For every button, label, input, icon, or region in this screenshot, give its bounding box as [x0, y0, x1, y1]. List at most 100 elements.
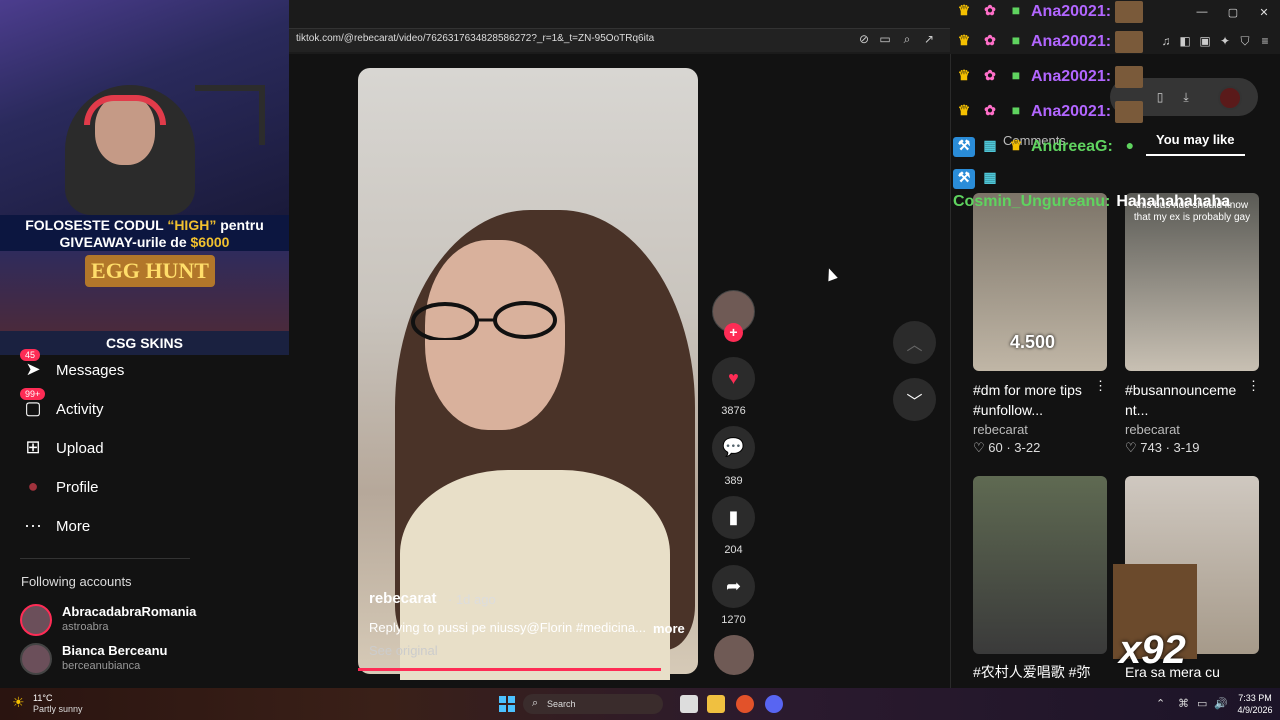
weather-icon[interactable]: ☀ [12, 694, 25, 711]
discord-icon[interactable] [765, 695, 783, 713]
zoom-icon[interactable]: ⌕ [899, 31, 915, 47]
sidebar-item-profile[interactable]: ● Profile [20, 475, 99, 499]
card-title[interactable]: #busannounceme nt... [1125, 380, 1255, 420]
promo-line-2: GIVEAWAY-urile de $6000 [59, 234, 230, 250]
weather-temp[interactable]: 11°C [33, 693, 52, 703]
comment-button[interactable]: 💬 [712, 426, 755, 469]
tray-chevron-icon[interactable]: ⌃ [1156, 697, 1165, 710]
download-icon[interactable]: ⤓ [1178, 89, 1194, 105]
avatar [20, 643, 52, 675]
chat-message: Cosmin_Ungureanu: Hahahahahaha [953, 190, 1230, 214]
crown-icon: ♛ [957, 102, 971, 118]
sidebar-item-upload[interactable]: ⊞ Upload [20, 436, 104, 460]
chat-message: ♛ ✿ ■ Ana20021: [953, 0, 1144, 24]
sidebar-item-label: Activity [56, 400, 104, 418]
card-title[interactable]: #dm for more tips #unfollow... [973, 380, 1103, 420]
account-name: AbracadabraRomania [62, 604, 197, 619]
emote-icon [1115, 1, 1144, 23]
music-disc-avatar[interactable] [714, 635, 754, 675]
windows-start-icon[interactable] [499, 696, 515, 712]
caption-more-button[interactable]: more [653, 621, 685, 636]
close-icon[interactable]: ✕ [1254, 6, 1274, 22]
sidebar-divider [20, 558, 190, 559]
gift-icon: ■ [1011, 32, 1021, 48]
more-options-icon[interactable]: ⋮ [1247, 378, 1260, 394]
sidebar-item-messages[interactable]: ➤ 45 Messages [20, 349, 124, 382]
sidebar-item-label: Upload [56, 439, 104, 457]
account-username: berceanubianca [62, 660, 141, 672]
messages-badge: 45 [20, 349, 41, 361]
following-account[interactable]: Bianca Berceanu berceanubianca [20, 643, 220, 675]
wallet-icon[interactable]: ▣ [1197, 33, 1213, 49]
next-video-button[interactable]: ﹀ [893, 378, 936, 421]
sidebar-icon[interactable]: ◧ [1177, 33, 1193, 49]
search-icon: ⌕ [532, 697, 539, 709]
more-options-icon[interactable]: ⋮ [1094, 378, 1107, 394]
brave-browser-icon[interactable] [736, 695, 754, 713]
gift-icon: ■ [1011, 2, 1021, 18]
comment-count: 389 [724, 475, 743, 487]
network-icon[interactable]: ⌘ [1178, 697, 1189, 710]
weather-status[interactable]: Partly sunny [33, 704, 83, 714]
sponsor-logo: CSG SKINS [0, 331, 289, 355]
music-icon[interactable]: ♫ [1158, 33, 1174, 49]
ai-icon[interactable]: ✦ [1217, 33, 1233, 49]
sidebar-item-more[interactable]: ··· More [20, 514, 90, 538]
heart-icon: ♥ [728, 368, 739, 388]
menu-icon[interactable]: ≡ [1257, 33, 1273, 49]
like-button[interactable]: ♥ [712, 357, 755, 400]
maximize-icon[interactable]: ▢ [1223, 6, 1243, 22]
chat-message: ♛ ✿ ■ Ana20021: [953, 30, 1144, 54]
following-account[interactable]: AbracadabraRomania astroabra [20, 604, 220, 636]
emote-icon [1115, 101, 1144, 123]
file-explorer-icon[interactable] [707, 695, 725, 713]
promo-line-1: FOLOSESTE CODUL “HIGH” pentru [25, 217, 264, 233]
card-username[interactable]: rebecarat [973, 422, 1028, 437]
video-caption: Replying to pussi pe niussy@Florin #medi… [369, 620, 646, 635]
url-text[interactable]: tiktok.com/@rebecarat/video/762631763482… [296, 33, 654, 44]
badge-icon: ✿ [984, 32, 996, 48]
send-icon: ➤ 45 [20, 349, 46, 381]
volume-icon[interactable]: 🔊 [1214, 697, 1228, 710]
no-sound-icon[interactable]: ⊘ [856, 31, 872, 47]
chat-username: Ana20021: [1031, 68, 1112, 85]
taskbar-search[interactable]: Search [523, 694, 663, 714]
video-progress-bar[interactable] [358, 668, 661, 671]
sidebar-item-label: More [56, 517, 91, 535]
phone-icon[interactable]: ▯ [1152, 89, 1168, 105]
see-original-button[interactable]: See original [369, 643, 438, 658]
video-author[interactable]: rebecarat [369, 590, 437, 607]
cast-icon[interactable]: ▭ [877, 31, 893, 47]
emote-icon: ● [1125, 137, 1135, 153]
display-icon[interactable]: ▭ [1197, 697, 1207, 710]
active-tab-indicator [1146, 154, 1245, 156]
share-button[interactable]: ➦ [712, 565, 755, 608]
chat-username: Cosmin_Ungureanu: [953, 193, 1111, 210]
avatar [20, 604, 52, 636]
follow-plus-icon[interactable]: + [724, 323, 743, 342]
taskbar-time[interactable]: 7:33 PM [1232, 693, 1278, 703]
chat-username: Ana20021: [1031, 103, 1112, 120]
minimize-icon[interactable]: — [1192, 6, 1212, 22]
tab-you-may-like[interactable]: You may like [1156, 132, 1235, 147]
gift-icon: ■ [1011, 102, 1021, 118]
emote-icon [1115, 31, 1144, 53]
crown-icon: ♛ [957, 32, 971, 48]
avatar[interactable] [1218, 86, 1242, 110]
sidebar-item-activity[interactable]: ▢ 99+ Activity [20, 388, 104, 421]
share-arrow-icon: ➦ [725, 576, 742, 596]
chat-text: Hahahahahaha [1116, 193, 1231, 210]
emote-icon [1115, 66, 1144, 88]
taskbar-date[interactable]: 4/9/2026 [1232, 705, 1278, 715]
previous-video-button[interactable]: ︿ [893, 321, 936, 364]
emote-multiplier: x92 [1119, 628, 1186, 672]
share-icon[interactable]: ↗ [921, 31, 937, 47]
task-view-icon[interactable] [680, 695, 698, 713]
card-title[interactable]: #农村人爱唱歌 #弥 [973, 662, 1103, 682]
badge-icon: ▦ [983, 169, 997, 185]
recommended-video-thumbnail[interactable] [973, 476, 1107, 654]
chat-badges: ⚒ ▦ [953, 167, 1005, 191]
save-button[interactable]: ▮ [712, 496, 755, 539]
card-username[interactable]: rebecarat [1125, 422, 1180, 437]
shield-icon[interactable]: ⛉ [1237, 33, 1253, 49]
